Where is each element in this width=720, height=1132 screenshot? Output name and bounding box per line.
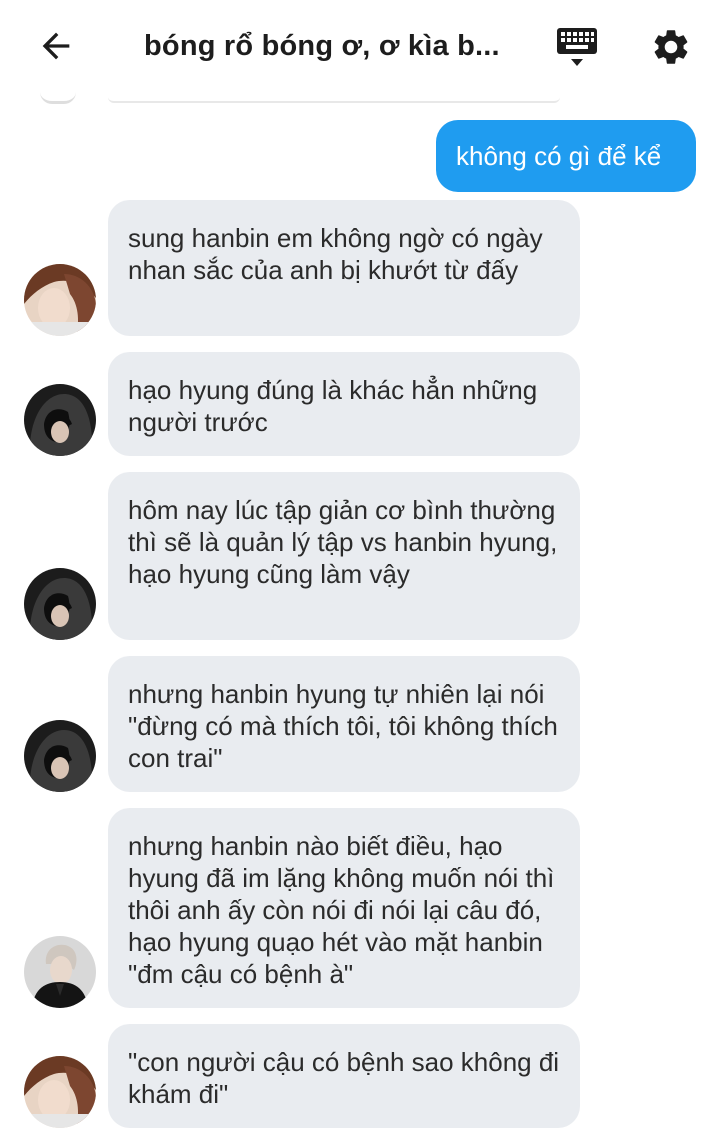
incoming-message-bubble[interactable]: sung hanbin em không ngờ có ngày nhan sắ…: [108, 200, 580, 336]
incoming-message-bubble[interactable]: "con người cậu có bệnh sao không đi khám…: [108, 1024, 580, 1128]
incoming-message-bubble[interactable]: hạo hyung đúng là khác hẳn những người t…: [108, 352, 580, 456]
incoming-message-bubble[interactable]: nhưng hanbin hyung tự nhiên lại nói "đừn…: [108, 656, 580, 792]
avatar-hooded[interactable]: [24, 384, 96, 456]
avatar-light-hair[interactable]: [24, 936, 96, 1008]
avatar-hooded[interactable]: [24, 568, 96, 640]
avatar-brown-hair[interactable]: [24, 1056, 96, 1128]
conversation-title[interactable]: bóng rổ bóng ơ, ơ kìa b...: [144, 30, 524, 63]
keyboard-button[interactable]: [552, 24, 602, 70]
incoming-message-bubble[interactable]: nhưng hanbin nào biết điều, hạo hyung đã…: [108, 808, 580, 1008]
avatar-hooded[interactable]: [24, 720, 96, 792]
avatar-brown-hair[interactable]: [24, 264, 96, 336]
keyboard-icon: [557, 28, 597, 66]
arrow-left-icon: [42, 32, 70, 60]
settings-button[interactable]: [646, 22, 696, 72]
incoming-message-bubble[interactable]: hôm nay lúc tập giản cơ bình thường thì …: [108, 472, 580, 640]
chat-header: bóng rổ bóng ơ, ơ kìa b...: [0, 0, 720, 92]
gear-icon: [654, 30, 688, 64]
outgoing-message-bubble[interactable]: không có gì để kể: [436, 120, 696, 192]
back-button[interactable]: [30, 24, 82, 68]
avatar: [40, 92, 76, 104]
chat-screen: bóng rổ bóng ơ, ơ kìa b... không có gì đ…: [0, 0, 720, 1132]
